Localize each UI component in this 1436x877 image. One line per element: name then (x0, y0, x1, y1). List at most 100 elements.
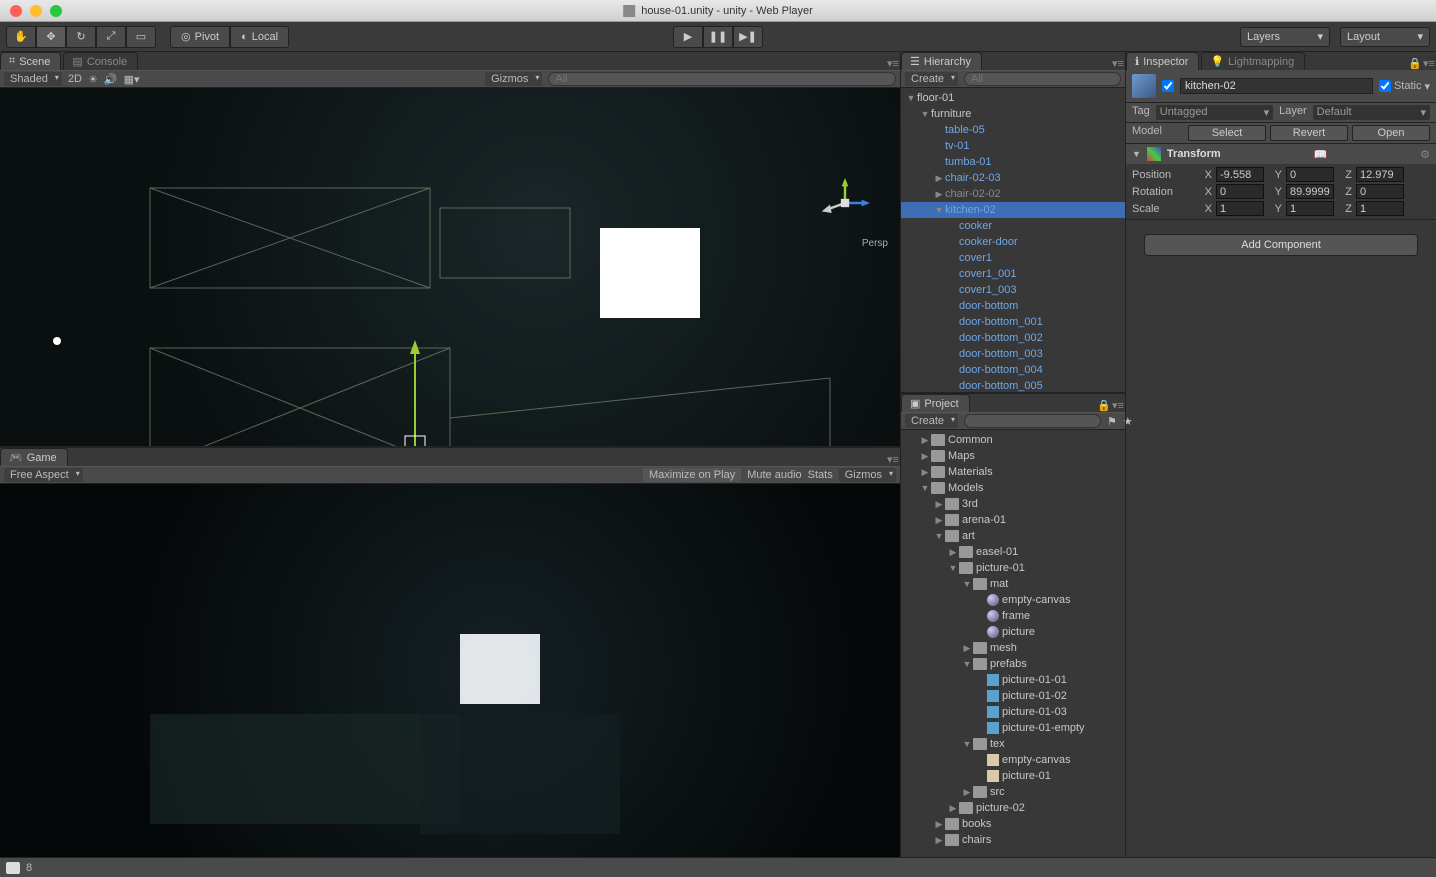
hierarchy-item[interactable]: cooker-door (901, 234, 1125, 250)
hand-tool-button[interactable]: ✋ (6, 26, 36, 48)
stats-toggle[interactable]: Stats (808, 469, 833, 481)
layers-dropdown[interactable]: Layers▾ (1240, 27, 1330, 47)
hierarchy-item[interactable]: cover1_001 (901, 266, 1125, 282)
expand-arrow-icon[interactable]: ▼ (933, 205, 945, 215)
shading-mode-dropdown[interactable]: Shaded (4, 72, 62, 86)
expand-arrow-icon[interactable]: ▶ (919, 467, 931, 478)
hierarchy-item[interactable]: tv-01 (901, 138, 1125, 154)
expand-arrow-icon[interactable]: ▼ (961, 579, 973, 589)
expand-arrow-icon[interactable]: ▼ (905, 93, 917, 103)
model-select-button[interactable]: Select (1188, 125, 1266, 141)
project-item[interactable]: ▼tex (901, 736, 1125, 752)
scene-panel-menu[interactable]: ▾≡ (886, 57, 900, 70)
rotate-tool-button[interactable]: ↻ (66, 26, 96, 48)
project-item[interactable]: picture-01-empty (901, 720, 1125, 736)
position-x-field[interactable] (1216, 167, 1264, 182)
project-item[interactable]: ▶mesh (901, 640, 1125, 656)
project-item[interactable]: ▶3rd (901, 496, 1125, 512)
scale-x-field[interactable] (1216, 201, 1264, 216)
component-help-icon[interactable]: 📖 (1314, 148, 1328, 161)
tab-scene[interactable]: ⌗Scene (0, 52, 61, 70)
hierarchy-item[interactable]: table-05 (901, 122, 1125, 138)
project-item[interactable]: ▶Common (901, 432, 1125, 448)
hierarchy-search-input[interactable] (964, 72, 1121, 86)
hierarchy-item[interactable]: door-bottom_003 (901, 346, 1125, 362)
project-item[interactable]: ▼picture-01 (901, 560, 1125, 576)
project-item[interactable]: ▼Models (901, 480, 1125, 496)
expand-arrow-icon[interactable]: ▼ (919, 483, 931, 493)
hierarchy-tree[interactable]: ▼floor-01▼furnituretable-05tv-01tumba-01… (901, 88, 1125, 392)
pause-button[interactable]: ❚❚ (703, 26, 733, 48)
position-y-field[interactable] (1286, 167, 1334, 182)
project-item[interactable]: ▶src (901, 784, 1125, 800)
expand-arrow-icon[interactable]: ▶ (933, 835, 945, 846)
step-button[interactable]: ▶❚ (733, 26, 763, 48)
hierarchy-item[interactable]: door-bottom_004 (901, 362, 1125, 378)
game-viewport[interactable] (0, 484, 900, 857)
layout-dropdown[interactable]: Layout▾ (1340, 27, 1430, 47)
hierarchy-item[interactable]: cover1_003 (901, 282, 1125, 298)
project-item[interactable]: picture-01-02 (901, 688, 1125, 704)
rect-tool-button[interactable]: ▭ (126, 26, 156, 48)
project-item[interactable]: ▶Maps (901, 448, 1125, 464)
maximize-window-button[interactable] (50, 5, 62, 17)
transform-header[interactable]: ▼ Transform 📖 ⚙ (1126, 144, 1436, 164)
expand-arrow-icon[interactable]: ▼ (961, 739, 973, 749)
tab-console[interactable]: ▤Console (63, 52, 138, 70)
scene-search-input[interactable] (548, 72, 896, 86)
gizmos-dropdown[interactable]: Gizmos (485, 72, 542, 86)
tab-inspector[interactable]: ℹInspector (1126, 52, 1199, 70)
project-item[interactable]: ▶arena-01 (901, 512, 1125, 528)
tab-lightmapping[interactable]: 💡Lightmapping (1201, 52, 1305, 70)
hierarchy-item[interactable]: cover1 (901, 250, 1125, 266)
hierarchy-item[interactable]: ▼furniture (901, 106, 1125, 122)
maximize-on-play-toggle[interactable]: Maximize on Play (643, 468, 741, 482)
scale-tool-button[interactable]: ⤢ (96, 26, 126, 48)
audio-toggle-icon[interactable]: 🔊 (104, 73, 118, 86)
hierarchy-item[interactable]: ▼floor-01 (901, 90, 1125, 106)
hierarchy-item[interactable]: ▶chair-02-03 (901, 170, 1125, 186)
project-item[interactable]: ▶chairs (901, 832, 1125, 848)
expand-arrow-icon[interactable]: ▶ (961, 787, 973, 798)
rotation-z-field[interactable] (1356, 184, 1404, 199)
rotation-x-field[interactable] (1216, 184, 1264, 199)
scale-z-field[interactable] (1356, 201, 1404, 216)
gameobject-name-field[interactable] (1180, 78, 1373, 94)
hierarchy-item[interactable]: door-bottom (901, 298, 1125, 314)
minimize-window-button[interactable] (30, 5, 42, 17)
pivot-rotation-button[interactable]: ◐Local (230, 26, 289, 48)
expand-arrow-icon[interactable]: ▶ (919, 435, 931, 446)
project-item[interactable]: ▼mat (901, 576, 1125, 592)
fx-toggle-icon[interactable]: ▦▾ (124, 73, 140, 86)
project-item[interactable]: ▶Materials (901, 464, 1125, 480)
expand-arrow-icon[interactable]: ▼ (961, 659, 973, 669)
expand-arrow-icon[interactable]: ▶ (919, 451, 931, 462)
hierarchy-item[interactable]: tumba-01 (901, 154, 1125, 170)
project-item[interactable]: frame (901, 608, 1125, 624)
expand-arrow-icon[interactable]: ▶ (933, 499, 945, 510)
tab-hierarchy[interactable]: ☰Hierarchy (901, 52, 982, 70)
project-item[interactable]: ▶books (901, 816, 1125, 832)
tag-dropdown[interactable]: Untagged▾ (1156, 105, 1273, 120)
inspector-lock-icon[interactable]: 🔒 (1408, 57, 1422, 70)
rotation-y-field[interactable] (1286, 184, 1334, 199)
toggle-2d[interactable]: 2D (68, 73, 82, 85)
expand-arrow-icon[interactable]: ▶ (933, 515, 945, 526)
tab-project[interactable]: ▣Project (901, 394, 970, 412)
expand-arrow-icon[interactable]: ▼ (933, 531, 945, 541)
scale-y-field[interactable] (1286, 201, 1334, 216)
hierarchy-panel-menu[interactable]: ▾≡ (1111, 57, 1125, 70)
hierarchy-item[interactable]: cooker (901, 218, 1125, 234)
pivot-center-button[interactable]: ◎Pivot (170, 26, 230, 48)
aspect-dropdown[interactable]: Free Aspect (4, 468, 83, 482)
expand-arrow-icon[interactable]: ▶ (933, 189, 945, 200)
hierarchy-item[interactable]: door-bottom_005 (901, 378, 1125, 392)
hierarchy-item[interactable]: ▼kitchen-02 (901, 202, 1125, 218)
hierarchy-item[interactable]: door-bottom_002 (901, 330, 1125, 346)
static-checkbox[interactable] (1379, 80, 1391, 92)
expand-arrow-icon[interactable]: ▼ (919, 109, 931, 119)
hierarchy-item[interactable]: door-bottom_001 (901, 314, 1125, 330)
add-component-button[interactable]: Add Component (1144, 234, 1418, 256)
project-item[interactable]: picture-01 (901, 768, 1125, 784)
project-item[interactable]: ▼prefabs (901, 656, 1125, 672)
